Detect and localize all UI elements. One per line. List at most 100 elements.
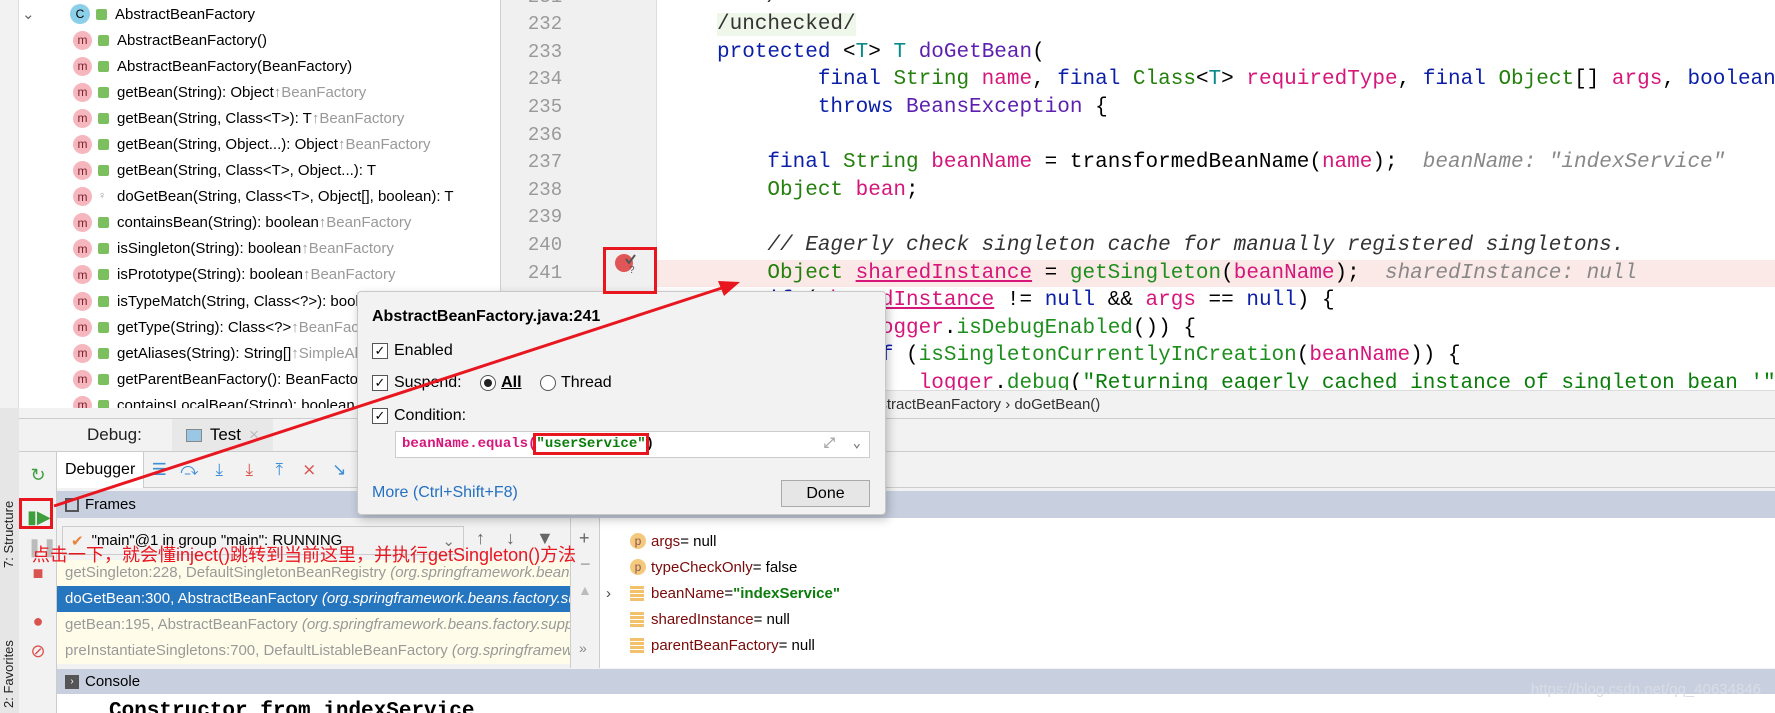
favorites-tool-button[interactable]: 2: Favorites — [1, 640, 16, 708]
checkbox-icon: ✓ — [372, 407, 388, 424]
frame-row[interactable]: doGetBean:300, AbstractBeanFactory (org.… — [57, 586, 570, 612]
suspend-all-radio[interactable] — [480, 374, 497, 391]
done-button[interactable]: Done — [781, 480, 870, 507]
method-icon: m — [73, 265, 92, 285]
code-line[interactable]: throws BeansException { — [657, 94, 1775, 122]
code-line[interactable] — [657, 204, 1775, 232]
line-number[interactable]: 231 — [501, 0, 589, 11]
code-line[interactable]: Object sharedInstance = getSingleton(bea… — [657, 259, 1775, 288]
variable-row[interactable]: parentBeanFactory = null — [630, 632, 815, 658]
line-number[interactable]: 239 — [501, 204, 589, 232]
line-number[interactable]: 235 — [501, 94, 589, 122]
tree-item[interactable]: m getBean(String, Object...): Object ↑Bea… — [73, 131, 430, 157]
tree-item[interactable]: m AbstractBeanFactory() — [73, 27, 267, 53]
console-output[interactable]: Constructor from indexService — [57, 694, 1775, 713]
code-line[interactable]: */ — [657, 0, 1775, 11]
tree-root-label: AbstractBeanFactory — [115, 5, 256, 23]
console-header[interactable]: › Console — [57, 669, 1775, 694]
tree-item[interactable]: m ♀ doGetBean(String, Class<T>, Object[], … — [73, 184, 454, 210]
close-icon[interactable]: × — [249, 425, 259, 445]
line-number[interactable]: 238 — [501, 177, 589, 205]
add-watch-icon[interactable]: + — [579, 528, 590, 549]
line-number[interactable]: 234 — [501, 66, 589, 94]
rerun-icon[interactable]: ↻ — [27, 464, 49, 486]
line-number[interactable]: 240 — [501, 232, 589, 260]
remove-watch-icon[interactable]: − — [580, 554, 591, 575]
variable-row[interactable]: p typeCheckOnly = false — [630, 554, 797, 580]
run-to-cursor-icon[interactable]: ↘ — [324, 460, 354, 480]
code-line[interactable]: protected <T> T doGetBean( — [657, 39, 1775, 67]
structure-tool-button[interactable]: 7: Structure — [1, 501, 16, 568]
suspend-thread-radio[interactable] — [539, 374, 556, 391]
tab-debugger[interactable]: Debugger — [57, 451, 145, 488]
chevron-down-icon[interactable]: ⌄ — [853, 432, 861, 457]
code-line[interactable] — [657, 122, 1775, 150]
method-icon: m — [73, 291, 92, 311]
tree-item[interactable]: m AbstractBeanFactory(BeanFactory) — [73, 53, 352, 79]
step-over-icon[interactable]: ⤼ — [174, 460, 204, 480]
chevron-down-icon[interactable]: ⌄ — [22, 5, 35, 23]
code-line[interactable]: // Eagerly check singleton cache for man… — [657, 232, 1775, 260]
line-number[interactable]: 233 — [501, 39, 589, 67]
tab-test[interactable]: Test × — [171, 419, 273, 451]
tree-item[interactable]: m getBean(String, Class<T>, Object...): T — [73, 158, 376, 184]
show-execution-point-icon[interactable]: ☰ — [144, 460, 174, 480]
code-token: ); — [1334, 261, 1385, 285]
tree-item[interactable]: m containsLocalBean(String): boolean — [73, 392, 355, 408]
condition-checkbox[interactable]: ✓ Condition: — [372, 407, 466, 425]
tree-item[interactable]: m getBean(String): Object ↑BeanFactory — [73, 79, 366, 105]
tree-item[interactable]: m getType(String): Class<?> ↑BeanFactory — [73, 314, 384, 340]
more-icon[interactable]: » — [579, 640, 587, 656]
code-token: beanName: "indexService" — [1422, 151, 1726, 175]
debug-actions: ↻ ▮▶ ❚❚ ■ ● ⊘ — [19, 452, 57, 713]
code-token: T — [893, 40, 919, 64]
frames-title: Frames — [85, 496, 136, 513]
code-line[interactable]: /unchecked/ — [657, 11, 1775, 39]
move-up-icon[interactable]: ▲ — [578, 582, 592, 598]
step-into-icon[interactable]: ⤓ — [204, 460, 234, 480]
drop-frame-icon[interactable]: ⨯ — [294, 460, 324, 480]
variable-row[interactable]: p args = null — [630, 528, 716, 554]
code-line[interactable]: final String beanName = transformedBeanN… — [657, 149, 1775, 177]
code-line[interactable]: final String name, final Class<T> requir… — [657, 66, 1775, 94]
tree-item[interactable]: m getParentBeanFactory(): BeanFactory — [73, 366, 370, 392]
code-token: requiredType — [1246, 68, 1398, 92]
expand-icon[interactable]: ⤢ — [824, 432, 835, 457]
tree-item[interactable]: m getBean(String, Class<T>): T ↑BeanFacto… — [73, 105, 404, 131]
more-link[interactable]: More (Ctrl+Shift+F8) — [372, 484, 518, 502]
force-step-into-icon[interactable]: ⤓ — [234, 460, 264, 480]
step-out-icon[interactable]: ⤒ — [264, 460, 294, 480]
variable-value: = null — [680, 532, 717, 550]
variable-row[interactable]: sharedInstance = null — [630, 606, 790, 632]
view-breakpoints-icon[interactable]: ● — [27, 610, 49, 632]
code-token: Object — [717, 261, 856, 285]
line-number[interactable]: 237 — [501, 149, 589, 177]
mute-breakpoints-icon[interactable]: ⊘ — [27, 640, 49, 662]
suspend-checkbox[interactable]: ✓ — [372, 374, 388, 391]
code-token: isSingletonCurrentlyInCreation — [918, 344, 1297, 368]
code-token: , — [1397, 68, 1423, 92]
variable-row[interactable]: › beanName = "indexService" — [606, 580, 840, 606]
frame-row[interactable]: preInstantiateSingletons:700, DefaultLis… — [57, 638, 570, 664]
variable-name: sharedInstance — [651, 610, 754, 628]
condition-input[interactable]: beanName.equals("userService") ⤢ ⌄ — [395, 431, 870, 458]
code-line[interactable]: Object bean; — [657, 177, 1775, 205]
code-token: > — [868, 40, 894, 64]
tree-root[interactable]: ⌄ C AbstractBeanFactory — [22, 1, 256, 27]
tree-item[interactable]: m isPrototype(String): boolean ↑BeanFacto… — [73, 262, 395, 288]
frame-row[interactable]: getBean:195, AbstractBeanFactory (org.sp… — [57, 612, 570, 638]
chevron-right-icon[interactable]: › — [606, 585, 611, 602]
line-number[interactable]: 236 — [501, 122, 589, 150]
code-token: name — [981, 68, 1033, 92]
code-token: args — [1145, 289, 1196, 313]
tree-item[interactable]: m isSingleton(String): boolean ↑BeanFacto… — [73, 236, 394, 262]
public-icon — [98, 321, 109, 333]
tree-item[interactable]: m containsBean(String): boolean ↑BeanFact… — [73, 210, 411, 236]
line-number[interactable]: 241 — [501, 260, 589, 288]
tree-item-label: AbstractBeanFactory(BeanFactory) — [117, 57, 353, 75]
tree-item[interactable]: m isTypeMatch(String, Class<?>): boolean — [73, 288, 384, 314]
line-number[interactable]: 232 — [501, 11, 589, 39]
public-icon — [98, 347, 109, 359]
enabled-checkbox[interactable]: ✓ Enabled — [372, 342, 453, 360]
code-token: . — [943, 316, 957, 340]
